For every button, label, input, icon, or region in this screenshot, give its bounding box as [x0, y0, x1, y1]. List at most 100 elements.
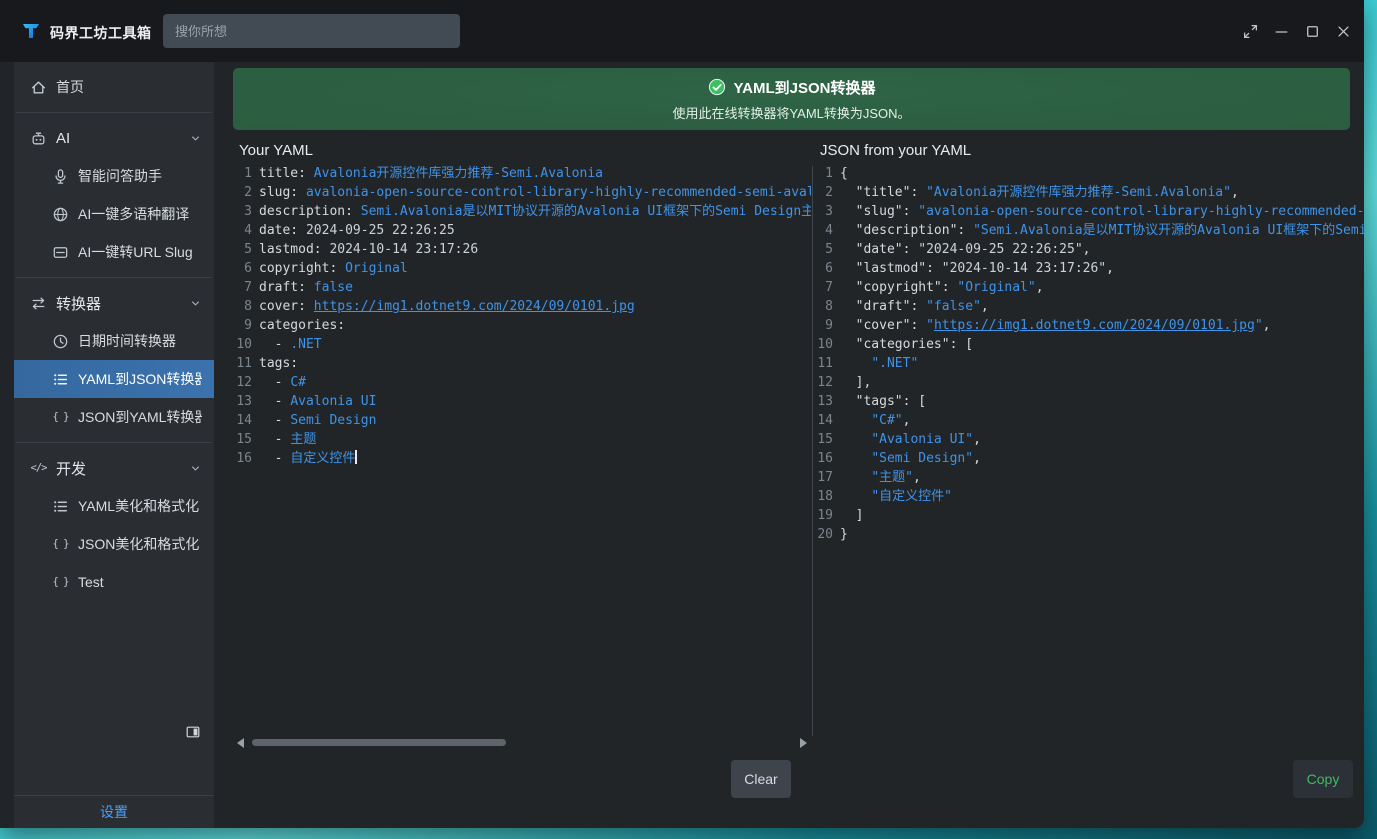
code-token: " — [926, 318, 934, 333]
scroll-left-icon[interactable] — [237, 738, 244, 748]
line-number: 7 — [814, 278, 833, 297]
code-token: 2024-10-14 23:17:26 — [322, 242, 479, 257]
braces-icon: { } — [52, 574, 69, 591]
scroll-right-icon[interactable] — [800, 738, 807, 748]
code-line: 13 "tags": [ — [814, 392, 1364, 411]
code-line: 12 - C# — [233, 373, 811, 392]
code-token — [840, 451, 871, 466]
code-line-text: draft: false — [259, 278, 811, 297]
search-input[interactable] — [163, 14, 460, 48]
code-token: C# — [290, 375, 306, 390]
sidebar-item-yaml-to-json[interactable]: YAML到JSON转换器 — [14, 360, 214, 398]
code-token: : [ — [903, 394, 926, 409]
sidebar-item-ai-url-slug[interactable]: AI一键转URL Slug — [14, 233, 214, 271]
url-link[interactable]: https://img1.dotnet9.com/2024/09/0101.jp… — [314, 299, 635, 314]
sidebar-item-home[interactable]: 首页 — [14, 68, 214, 106]
sidebar-item-yaml-format[interactable]: YAML美化和格式化 — [14, 487, 214, 525]
code-line: 6 "lastmod": "2024-10-14 23:17:26", — [814, 259, 1364, 278]
line-number: 10 — [233, 335, 252, 354]
sidebar-item-json-format[interactable]: { }JSON美化和格式化 — [14, 525, 214, 563]
yaml-panel: Your YAML 1title: Avalonia开源控件库强力推荐-Semi… — [233, 142, 811, 750]
sidebar-group-converters[interactable]: 转换器 — [14, 284, 214, 322]
code-token: copyright: — [259, 261, 337, 276]
code-line-text: - C# — [259, 373, 811, 392]
code-line-text: "description": "Semi.Avalonia是以MIT协议开源的A… — [840, 221, 1364, 240]
code-token: tags: — [259, 356, 298, 371]
code-token: : — [957, 223, 973, 238]
line-number: 5 — [233, 240, 252, 259]
code-token: , — [903, 413, 911, 428]
code-token: 主题 — [290, 432, 316, 447]
yaml-input-editor[interactable]: 1title: Avalonia开源控件库强力推荐-Semi.Avalonia2… — [233, 164, 811, 735]
sidebar-collapse-icon[interactable] — [184, 724, 202, 740]
code-token: "Original" — [957, 280, 1035, 295]
code-token: "categories" — [856, 337, 950, 352]
code-token: : — [926, 261, 942, 276]
code-token: "Avalonia开源控件库强力推荐-Semi.Avalonia" — [926, 185, 1231, 200]
minimize-button[interactable] — [1274, 19, 1298, 43]
code-line-text: "cover": "https://img1.dotnet9.com/2024/… — [840, 316, 1364, 335]
line-number: 1 — [814, 164, 833, 183]
line-number: 11 — [814, 354, 833, 373]
line-number: 9 — [233, 316, 252, 335]
scrollbar-thumb[interactable] — [252, 739, 506, 746]
code-token: , — [1083, 242, 1091, 257]
code-token: "title" — [856, 185, 911, 200]
url-link[interactable]: https://img1.dotnet9.com/2024/09/0101.jp… — [934, 318, 1255, 333]
code-token: "2024-10-14 23:17:26" — [942, 261, 1106, 276]
robot-icon — [30, 130, 47, 147]
sidebar-group-dev[interactable]: </>开发 — [14, 449, 214, 487]
code-token — [840, 318, 856, 333]
main-content: YAML到JSON转换器 使用此在线转换器将YAML转换为JSON。 Your … — [214, 62, 1364, 828]
code-line: 15 "Avalonia UI", — [814, 430, 1364, 449]
code-line: 4date: 2024-09-25 22:26:25 — [233, 221, 811, 240]
code-line-text: - 自定义控件 — [259, 449, 811, 468]
braces-icon: { } — [52, 536, 69, 553]
code-token: "avalonia-open-source-control-library-hi… — [918, 204, 1364, 219]
code-line: 12 ], — [814, 373, 1364, 392]
code-token: " — [1255, 318, 1263, 333]
code-line: 10 "categories": [ — [814, 335, 1364, 354]
clear-button[interactable]: Clear — [731, 760, 791, 798]
sidebar-item-datetime-converter[interactable]: 日期时间转换器 — [14, 322, 214, 360]
settings-link[interactable]: 设置 — [14, 795, 214, 828]
line-number: 15 — [814, 430, 833, 449]
sidebar-item-qa-assistant[interactable]: 智能问答助手 — [14, 157, 214, 195]
chevron-down-icon — [189, 462, 202, 475]
code-token: , — [973, 432, 981, 447]
json-output-view[interactable]: 1{2 "title": "Avalonia开源控件库强力推荐-Semi.Ava… — [814, 164, 1364, 750]
code-line: 3 "slug": "avalonia-open-source-control-… — [814, 202, 1364, 221]
code-token — [840, 470, 871, 485]
scrollbar-track[interactable] — [252, 738, 792, 747]
code-line-text: lastmod: 2024-10-14 23:17:26 — [259, 240, 811, 259]
maximize-button[interactable] — [1305, 19, 1329, 43]
code-line-text: date: 2024-09-25 22:26:25 — [259, 221, 811, 240]
globe-icon — [52, 206, 69, 223]
copy-button[interactable]: Copy — [1293, 760, 1353, 798]
code-token — [840, 432, 871, 447]
code-token: : [ — [950, 337, 973, 352]
sidebar-item-ai-translate[interactable]: AI一键多语种翻译 — [14, 195, 214, 233]
line-number: 5 — [814, 240, 833, 259]
code-token: "自定义控件" — [871, 489, 952, 504]
line-number: 7 — [233, 278, 252, 297]
code-token: .NET — [290, 337, 321, 352]
close-button[interactable] — [1336, 19, 1360, 43]
chevron-down-icon — [189, 132, 202, 145]
line-number: 12 — [814, 373, 833, 392]
code-token: 2024-09-25 22:26:25 — [298, 223, 455, 238]
code-line: 8 "draft": "false", — [814, 297, 1364, 316]
line-number: 9 — [814, 316, 833, 335]
line-number: 1 — [233, 164, 252, 183]
sidebar-item-json-to-yaml[interactable]: { }JSON到YAML转换器 — [14, 398, 214, 436]
code-token — [840, 242, 856, 257]
fullscreen-button[interactable] — [1243, 19, 1267, 43]
code-line-text: "categories": [ — [840, 335, 1364, 354]
sidebar-item-test[interactable]: { }Test — [14, 563, 214, 601]
code-token: , — [981, 299, 989, 314]
code-token — [840, 337, 856, 352]
sidebar-group-ai[interactable]: AI — [14, 119, 214, 157]
line-number: 3 — [233, 202, 252, 221]
sidebar-divider — [16, 277, 212, 278]
code-line: 5 "date": "2024-09-25 22:26:25", — [814, 240, 1364, 259]
